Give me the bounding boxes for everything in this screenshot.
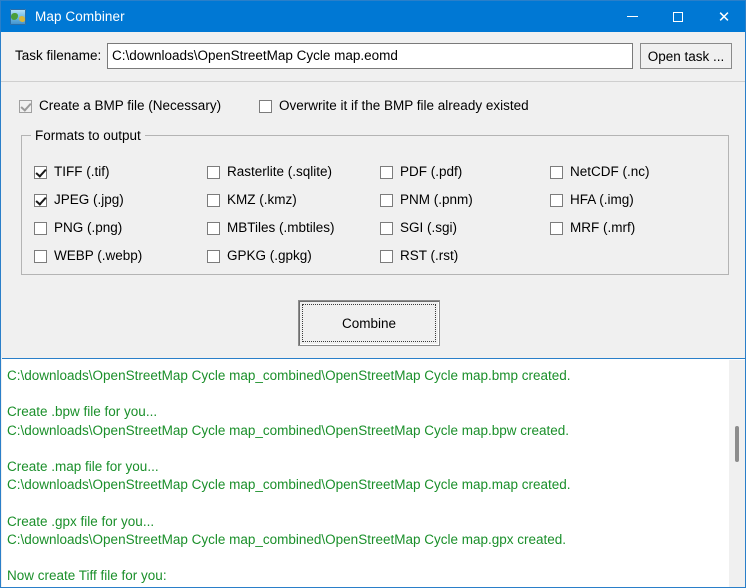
- format-checkbox-rst[interactable]: RST (.rst): [380, 249, 458, 263]
- format-label-jpeg: JPEG (.jpg): [54, 192, 124, 207]
- title-bar: Map Combiner ✕: [1, 1, 745, 32]
- format-label-netcdf: NetCDF (.nc): [570, 164, 650, 179]
- format-label-pnm: PNM (.pnm): [400, 192, 473, 207]
- format-checkbox-kmz[interactable]: KMZ (.kmz): [207, 193, 297, 207]
- window-controls: ✕: [609, 1, 745, 32]
- format-checkbox-hfa[interactable]: HFA (.img): [550, 193, 634, 207]
- format-label-webp: WEBP (.webp): [54, 248, 143, 263]
- create-bmp-label: Create a BMP file (Necessary): [39, 98, 222, 113]
- checkbox-box-icon: [380, 221, 393, 235]
- format-label-mbtiles: MBTiles (.mbtiles): [227, 220, 335, 235]
- format-checkbox-pdf[interactable]: PDF (.pdf): [380, 165, 462, 179]
- checkbox-box-icon: [550, 221, 563, 235]
- close-button[interactable]: ✕: [701, 1, 745, 32]
- format-label-kmz: KMZ (.kmz): [227, 192, 297, 207]
- format-label-gpkg: GPKG (.gpkg): [227, 248, 312, 263]
- checkbox-box-icon: [380, 249, 393, 263]
- log-line: C:\downloads\OpenStreetMap Cycle map_com…: [7, 368, 571, 383]
- checkbox-box-icon: [207, 165, 220, 179]
- log-line: Create .bpw file for you...: [7, 404, 158, 420]
- checkbox-box-icon: [207, 249, 220, 263]
- open-task-button[interactable]: Open task ...: [640, 43, 732, 69]
- log-line: Now create Tiff file for you:: [7, 568, 167, 584]
- overwrite-bmp-checkbox[interactable]: Overwrite it if the BMP file already exi…: [259, 99, 529, 113]
- format-checkbox-jpeg[interactable]: JPEG (.jpg): [34, 193, 124, 207]
- checkbox-box-icon: [207, 193, 220, 207]
- format-label-rasterlite: Rasterlite (.sqlite): [227, 164, 333, 179]
- log-line: C:\downloads\OpenStreetMap Cycle map_com…: [7, 477, 571, 493]
- close-icon: ✕: [717, 7, 731, 26]
- checkbox-box-icon: [34, 249, 47, 263]
- log-line: C:\downloads\OpenStreetMap Cycle map_com…: [7, 531, 567, 547]
- format-checkbox-sgi[interactable]: SGI (.sgi): [380, 221, 457, 235]
- globe-map-icon: [10, 8, 26, 25]
- format-label-tiff: TIFF (.tif): [54, 164, 110, 179]
- checkbox-box-icon: [380, 193, 393, 207]
- format-checkbox-mrf[interactable]: MRF (.mrf): [550, 221, 635, 235]
- format-label-sgi: SGI (.sgi): [400, 220, 458, 235]
- format-checkbox-rasterlite[interactable]: Rasterlite (.sqlite): [207, 165, 332, 179]
- format-label-pdf: PDF (.pdf): [400, 164, 463, 179]
- checkbox-box-icon: [380, 165, 393, 179]
- format-checkbox-gpkg[interactable]: GPKG (.gpkg): [207, 249, 312, 263]
- overwrite-bmp-label: Overwrite it if the BMP file already exi…: [279, 98, 529, 113]
- minimize-button[interactable]: [609, 1, 655, 32]
- log-line: C:\downloads\OpenStreetMap Cycle map_com…: [7, 422, 570, 438]
- bmp-options-row: Create a BMP file (Necessary) Overwrite …: [1, 82, 745, 126]
- format-checkbox-mbtiles[interactable]: MBTiles (.mbtiles): [207, 221, 335, 235]
- task-filename-label: Task filename:: [15, 48, 102, 63]
- format-checkbox-tiff[interactable]: TIFF (.tif): [34, 165, 109, 179]
- log-output-panel: C:\downloads\OpenStreetMap Cycle map_com…: [2, 358, 745, 587]
- checkbox-box-icon: [259, 99, 272, 113]
- format-checkbox-png[interactable]: PNG (.png): [34, 221, 122, 235]
- create-bmp-checkbox[interactable]: Create a BMP file (Necessary): [19, 99, 221, 113]
- maximize-icon: [673, 11, 683, 22]
- format-label-rst: RST (.rst): [400, 248, 459, 263]
- format-label-hfa: HFA (.img): [570, 192, 634, 207]
- maximize-button[interactable]: [655, 1, 701, 32]
- log-scrollbar[interactable]: [729, 360, 745, 587]
- format-checkbox-netcdf[interactable]: NetCDF (.nc): [550, 165, 650, 179]
- formats-group-title: Formats to output: [31, 128, 145, 143]
- log-line: Create .gpx file for you...: [7, 513, 155, 529]
- format-label-png: PNG (.png): [54, 220, 123, 235]
- window-title: Map Combiner: [35, 9, 125, 24]
- checkbox-box-icon: [34, 221, 47, 235]
- checkbox-box-checked-icon: [19, 99, 32, 113]
- format-label-mrf: MRF (.mrf): [570, 220, 636, 235]
- checkbox-box-icon: [550, 165, 563, 179]
- checkbox-box-icon: [550, 193, 563, 207]
- log-output-text: C:\downloads\OpenStreetMap Cycle map_com…: [7, 367, 716, 585]
- checkbox-box-checked-icon: [34, 165, 47, 179]
- format-checkbox-webp[interactable]: WEBP (.webp): [34, 249, 142, 263]
- task-filename-input[interactable]: C:\downloads\OpenStreetMap Cycle map.eom…: [107, 43, 633, 69]
- combine-button-label: Combine: [302, 304, 436, 342]
- log-line: Create .map file for you...: [7, 458, 159, 474]
- log-scrollbar-thumb[interactable]: [735, 426, 739, 462]
- checkbox-box-icon: [207, 221, 220, 235]
- format-checkbox-pnm[interactable]: PNM (.pnm): [380, 193, 473, 207]
- checkbox-box-checked-icon: [34, 193, 47, 207]
- combine-button[interactable]: Combine: [298, 300, 440, 346]
- minimize-icon: [626, 16, 638, 17]
- map-combiner-window: Map Combiner ✕ Task filename: C:\downloa…: [0, 0, 746, 588]
- task-filename-row: Task filename: C:\downloads\OpenStreetMa…: [1, 32, 745, 81]
